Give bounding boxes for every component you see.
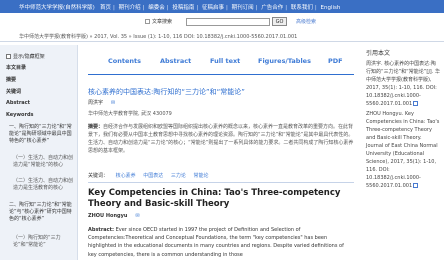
- top-nav-bar: 华中师范大学学报(自然科学版) 首页 | 期刊介绍 | 编委会 | 投稿指南 | 征稿启…: [0, 0, 444, 13]
- nav-guide[interactable]: 投稿指南: [172, 5, 194, 11]
- nav-home[interactable]: 首页: [100, 5, 111, 11]
- sidebar-item-abstract-cn[interactable]: 摘要: [6, 76, 16, 83]
- article-title-en: Key Competencies in China: Tao's Three-c…: [88, 188, 341, 209]
- top-nav: 首页 | 期刊介绍 | 编委会 | 投稿指南 | 征稿启事 | 期刊订阅 | 广告合作 | 联…: [100, 5, 341, 11]
- nav-about[interactable]: 期刊介绍: [119, 5, 141, 11]
- tab-pdf[interactable]: PDF: [328, 57, 343, 65]
- citation-panel: 引用本文 周洪宇. 核心素养的中国表达:陶行知的“三力论”和“常能论”[J]. …: [366, 50, 440, 190]
- sidebar-item-toc[interactable]: 本文目录: [6, 64, 26, 71]
- dropdown-icon: [145, 19, 150, 24]
- nav-subscribe[interactable]: 期刊订阅: [232, 5, 254, 11]
- citation-en: ZHOU Hongyu. Key Competencies in China: …: [366, 111, 440, 189]
- keywords-cn: 关键词： 核心素养 中国表达 三力论 常能论: [88, 173, 209, 179]
- abstract-cn: 摘要：自经济合作与发展组织和欧盟等国际组织提出核心素养的概念以来，核心素养一直是…: [88, 124, 354, 154]
- article-tabs: Contents Abstract Full text Figures/Tabl…: [88, 52, 354, 72]
- author-en: ZHOU Hongyu ✉: [88, 213, 140, 219]
- citation-cn: 周洪宇. 核心素养的中国表达:陶行知的“三力论”和“常能论”[J]. 华中师范大…: [366, 61, 440, 107]
- advanced-search-link[interactable]: 高级检索: [296, 18, 316, 25]
- keyword-link[interactable]: 三力论: [171, 173, 186, 179]
- sidebar-item-section-2[interactable]: 二、陶行知“三力论”和“常能论”与“核心素养”研究中国特色的“核心素养”: [9, 202, 75, 223]
- sidebar-toggle-frame[interactable]: 显示/隐藏框架: [6, 53, 45, 60]
- search-input[interactable]: [186, 18, 270, 26]
- tab-figures[interactable]: Figures/Tables: [258, 57, 311, 65]
- copy-icon[interactable]: [413, 183, 419, 188]
- abstract-en: Abstract: Ever since OECD started in 199…: [88, 227, 344, 258]
- go-button[interactable]: GO: [272, 17, 287, 26]
- breadcrumb: 华中师范大学学报(教育科学版) » 2017, Vol. 35 » Issue …: [19, 34, 298, 40]
- sidebar-item-section-1-1[interactable]: （一）生活力、自动力和创造力是“常能论”的核心: [13, 155, 75, 169]
- site-title: 华中师范大学学报(自然科学版): [19, 5, 95, 11]
- tab-full-text[interactable]: Full text: [210, 57, 240, 65]
- mail-icon[interactable]: ✉: [111, 100, 115, 106]
- sidebar: 显示/隐藏框架 本文目录 摘要 关键词 Abstract Keywords 一、…: [0, 45, 78, 260]
- affiliation-cn: 华中师范大学教育学院, 武汉 430079: [88, 111, 172, 117]
- tabs-underline: [88, 74, 354, 75]
- sidebar-item-keywords-cn[interactable]: 关键词: [6, 88, 21, 95]
- search-row: 文章搜索 GO 高级检索: [0, 14, 444, 30]
- divider: [0, 41, 444, 42]
- copy-icon[interactable]: [413, 101, 419, 106]
- sidebar-item-abstract-en[interactable]: Abstract: [6, 100, 30, 106]
- keyword-link[interactable]: 中国表达: [143, 173, 163, 179]
- article-title-cn: 核心素养的中国表达:陶行知的“三力论”和“常能论”: [88, 88, 245, 96]
- sidebar-item-keywords-en[interactable]: Keywords: [6, 112, 34, 118]
- checkbox-icon: [6, 54, 11, 59]
- nav-ads[interactable]: 广告合作: [261, 5, 283, 11]
- nav-contact[interactable]: 联系我们: [291, 5, 313, 11]
- sidebar-item-section-2-1[interactable]: （一）陶行知的“三力论”和“常能论”: [13, 235, 75, 249]
- tab-abstract[interactable]: Abstract: [160, 57, 191, 65]
- citation-title: 引用本文: [366, 50, 391, 57]
- tab-contents[interactable]: Contents: [108, 57, 141, 65]
- keyword-link[interactable]: 常能论: [193, 173, 208, 179]
- sidebar-item-section-1[interactable]: 一、陶行知的“三力论”和“常能论”是陶研领域中最具中国特色的“核心素养”: [9, 124, 75, 145]
- mail-icon[interactable]: ✉: [135, 213, 139, 219]
- divider: [88, 182, 354, 183]
- nav-call[interactable]: 征稿启事: [202, 5, 224, 11]
- search-scope[interactable]: 文章搜索: [145, 18, 172, 25]
- keyword-link[interactable]: 核心素养: [116, 173, 136, 179]
- nav-english[interactable]: English: [321, 5, 341, 11]
- nav-board[interactable]: 编委会: [148, 5, 165, 11]
- sidebar-item-section-1-2[interactable]: （二）生活力、自动力和创造力是生活教育的核心: [13, 178, 75, 192]
- author-cn: 周洪宇 ✉: [88, 100, 116, 106]
